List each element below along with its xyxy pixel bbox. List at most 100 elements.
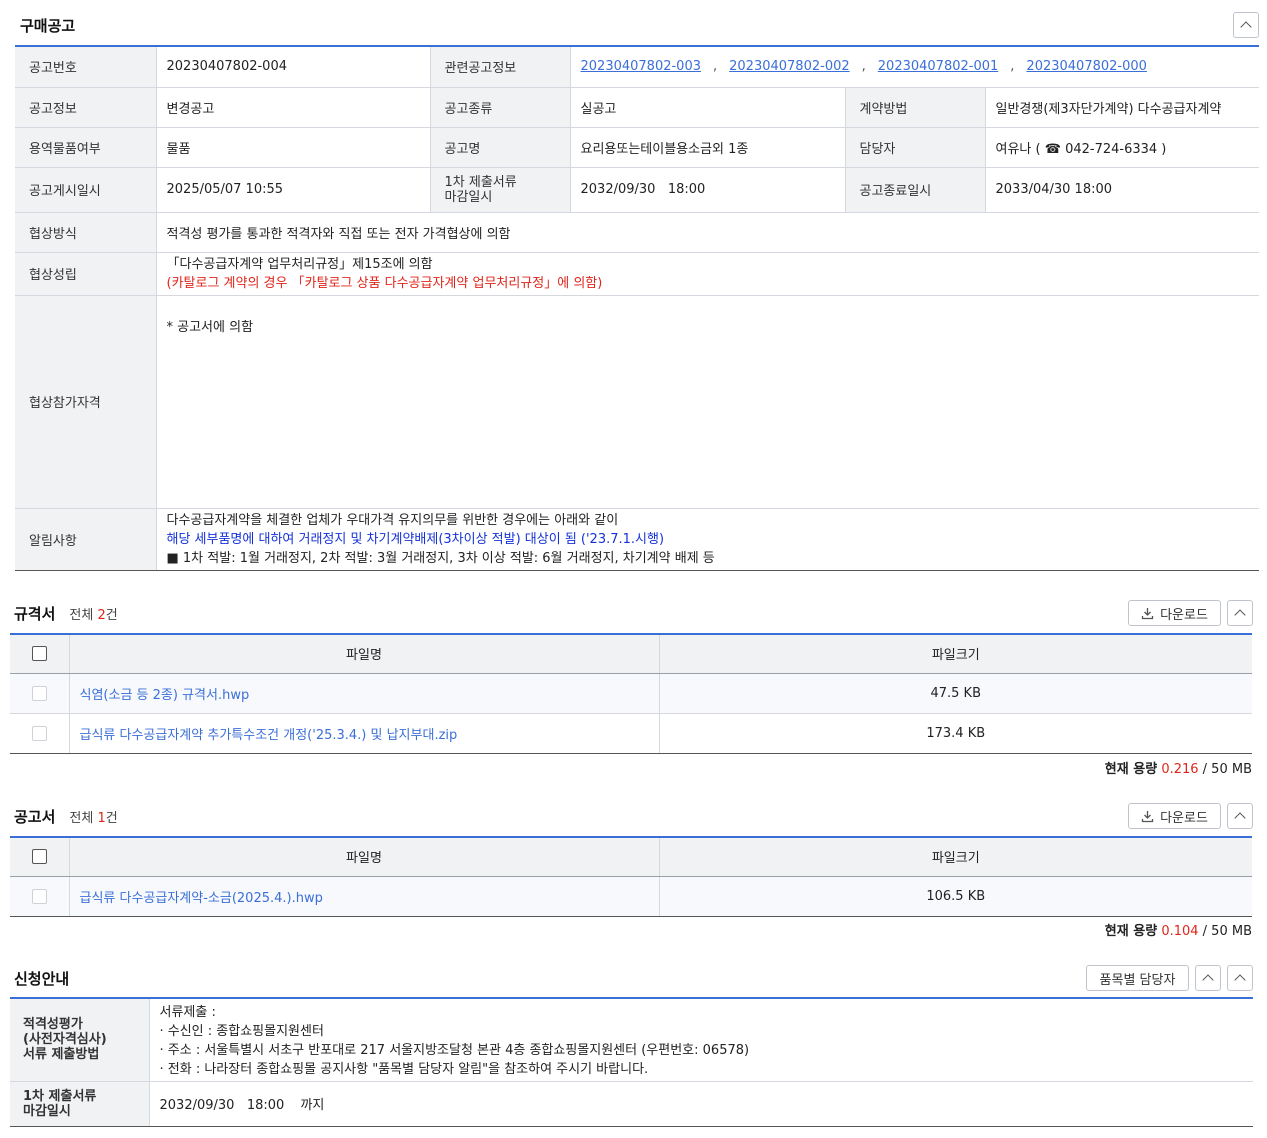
download-icon — [1141, 810, 1154, 822]
related-sep: , — [713, 59, 718, 74]
download-icon — [1141, 607, 1154, 619]
related-sep: , — [861, 59, 866, 74]
usage-value: 0.216 — [1161, 762, 1199, 777]
nego-method-label: 협상방식 — [15, 212, 157, 253]
notice-detail-line: ■ 1차 적발: 1월 거래정지, 2차 적발: 3월 거래정지, 3차 이상 … — [166, 550, 715, 566]
select-all-cell — [10, 837, 70, 877]
apply-deadline-label: 1차 제출서류 마감일시 — [10, 1081, 150, 1127]
notice-doc-file-table: 파일명 파일크기 급식류 다수공급자계약-소금(2025.4.).hwp 106… — [10, 836, 1252, 917]
submit-method-line: · 전화 : 나라장터 종합쇼핑몰 공지사항 "품목별 담당자 알림"을 참조하… — [159, 1062, 649, 1077]
spec-count: 전체 2건 — [69, 604, 117, 623]
nego-deal-catalog-line: (카탈로그 계약의 경우 「카탈로그 상품 다수공급자계약 업무처리규정」에 의… — [166, 275, 603, 291]
related-notice-links: 20230407802-003, 20230407802-002, 20230407… — [570, 46, 1259, 88]
apply-title: 신청안내 — [14, 969, 70, 988]
deadline-label-line: 마감일시 — [444, 189, 493, 205]
count-prefix: 전체 — [69, 810, 94, 826]
qualification-label: 협상참가자격 — [15, 295, 157, 509]
related-notice-label: 관련공고정보 — [430, 46, 571, 88]
apply-collapse-button-2[interactable] — [1227, 965, 1253, 991]
related-link[interactable]: 20230407802-003 — [581, 59, 702, 74]
count-prefix: 전체 — [69, 607, 94, 623]
row-checkbox[interactable] — [31, 888, 47, 904]
nego-deal-label: 협상성립 — [15, 252, 157, 296]
usage-value: 0.104 — [1161, 924, 1199, 939]
purchase-section-header: 구매공고 — [20, 14, 75, 36]
notice-doc-section-header: 공고서 전체 1건 — [14, 805, 118, 827]
contract-value: 일반경쟁(제3자단가계약) 다수공급자계약 — [985, 87, 1259, 128]
info-label: 공고정보 — [15, 87, 157, 128]
related-sep: , — [1010, 59, 1015, 74]
chevron-up-icon — [1234, 609, 1246, 621]
notice-doc-collapse-button[interactable] — [1227, 803, 1253, 829]
purchase-title: 구매공고 — [20, 16, 76, 35]
download-label: 다운로드 — [1160, 810, 1208, 826]
apply-deadline-date: 2032/09/30 18:00 — [159, 1098, 285, 1113]
submit-method-label-line: (사전자격심사) — [23, 1032, 107, 1048]
table-row: 급식류 다수공급자계약 추가특수조건 개정('25.3.4.) 및 납지부대.z… — [10, 713, 1252, 754]
name-label: 공고명 — [430, 127, 571, 168]
file-name-link[interactable]: 급식류 다수공급자계약-소금(2025.4.).hwp — [69, 876, 660, 917]
manager-phone: 042-724-6334 ) — [1065, 141, 1167, 157]
spec-usage: 현재 용량 0.216 / 50 MB — [900, 758, 1252, 777]
purchase-collapse-button[interactable] — [1233, 12, 1259, 38]
apply-deadline-value: 2032/09/30 18:00 까지 — [149, 1081, 1253, 1127]
file-name-link[interactable]: 급식류 다수공급자계약 추가특수조건 개정('25.3.4.) 및 납지부대.z… — [69, 713, 660, 754]
deadline-label: 1차 제출서류 마감일시 — [430, 167, 571, 213]
select-all-checkbox[interactable] — [31, 646, 47, 662]
spec-download-button[interactable]: 다운로드 — [1128, 600, 1221, 626]
notice-line: 다수공급자계약을 체결한 업체가 우대가격 유지의무를 위반한 경우에는 아래와… — [166, 512, 619, 528]
file-name-header: 파일명 — [69, 837, 660, 877]
apply-collapse-button-1[interactable] — [1195, 965, 1221, 991]
spec-collapse-button[interactable] — [1227, 600, 1253, 626]
row-select-cell — [10, 876, 70, 917]
posted-value: 2025/05/07 10:55 — [156, 167, 431, 213]
row-select-cell — [10, 713, 70, 754]
related-link[interactable]: 20230407802-001 — [878, 59, 999, 74]
file-size-header: 파일크기 — [659, 837, 1252, 877]
nego-deal-value: 「다수공급자계약 업무처리규정」제15조에 의함 (카탈로그 계약의 경우 「카… — [156, 252, 1259, 296]
item-manager-label: 품목별 담당자 — [1099, 972, 1176, 988]
manager-value: 여유나 ( ☎ 042-724-6334 ) — [985, 127, 1259, 168]
table-row: 급식류 다수공급자계약-소금(2025.4.).hwp 106.5 KB — [10, 876, 1252, 917]
apply-section-header: 신청안내 — [14, 967, 69, 989]
apply-deadline-label-line: 1차 제출서류 — [23, 1088, 97, 1104]
file-name-link[interactable]: 식염(소금 등 2종) 규격서.hwp — [69, 673, 660, 714]
submit-method-line: 서류제출 : — [159, 1005, 216, 1020]
usage-total: / 50 MB — [1202, 924, 1252, 939]
table-row: 식염(소금 등 2종) 규격서.hwp 47.5 KB — [10, 673, 1252, 714]
related-link[interactable]: 20230407802-002 — [729, 59, 850, 74]
notice-doc-download-button[interactable]: 다운로드 — [1128, 803, 1221, 829]
kind-label: 공고종류 — [430, 87, 571, 128]
usage-label: 현재 용량 — [1104, 924, 1158, 939]
notice-doc-title: 공고서 — [14, 807, 56, 826]
select-all-checkbox[interactable] — [31, 849, 47, 865]
notice-no-label: 공고번호 — [15, 46, 157, 88]
kind-value: 실공고 — [570, 87, 846, 128]
chevron-up-icon — [1240, 21, 1252, 33]
service-value: 물품 — [156, 127, 431, 168]
submit-method-line: · 주소 : 서울특별시 서초구 반포대로 217 서울지방조달청 본관 4층 … — [159, 1043, 750, 1058]
notice-label: 알림사항 — [15, 508, 157, 571]
notice-warning-line: 해당 세부품명에 대하여 거래정지 및 차기계약배제(3차이상 적발) 대상이 … — [166, 531, 665, 547]
posted-label: 공고게시일시 — [15, 167, 157, 213]
manager-name: 여유나 ( — [995, 141, 1041, 157]
spec-file-table: 파일명 파일크기 식염(소금 등 2종) 규격서.hwp 47.5 KB 급식류… — [10, 633, 1252, 754]
submit-method-line: · 수신인 : 종합쇼핑몰지원센터 — [159, 1024, 324, 1039]
submit-method-label: 적격성평가 (사전자격심사) 서류 제출방법 — [10, 998, 150, 1082]
row-checkbox[interactable] — [31, 685, 47, 701]
file-size-header: 파일크기 — [659, 634, 1252, 674]
file-size: 173.4 KB — [659, 713, 1252, 754]
submit-method-label-line: 적격성평가 — [23, 1017, 83, 1033]
spec-section-header: 규격서 전체 2건 — [14, 602, 118, 624]
notice-doc-count: 전체 1건 — [69, 807, 117, 826]
select-all-cell — [10, 634, 70, 674]
count-suffix: 건 — [105, 810, 118, 826]
row-select-cell — [10, 673, 70, 714]
phone-icon: ☎ — [1044, 141, 1061, 157]
row-checkbox[interactable] — [31, 725, 47, 741]
apply-deadline-label-line: 마감일시 — [23, 1103, 71, 1119]
item-manager-button[interactable]: 품목별 담당자 — [1086, 965, 1189, 991]
notice-value: 다수공급자계약을 체결한 업체가 우대가격 유지의무를 위반한 경우에는 아래와… — [156, 508, 1259, 571]
usage-label: 현재 용량 — [1104, 762, 1158, 777]
related-link[interactable]: 20230407802-000 — [1026, 59, 1147, 74]
